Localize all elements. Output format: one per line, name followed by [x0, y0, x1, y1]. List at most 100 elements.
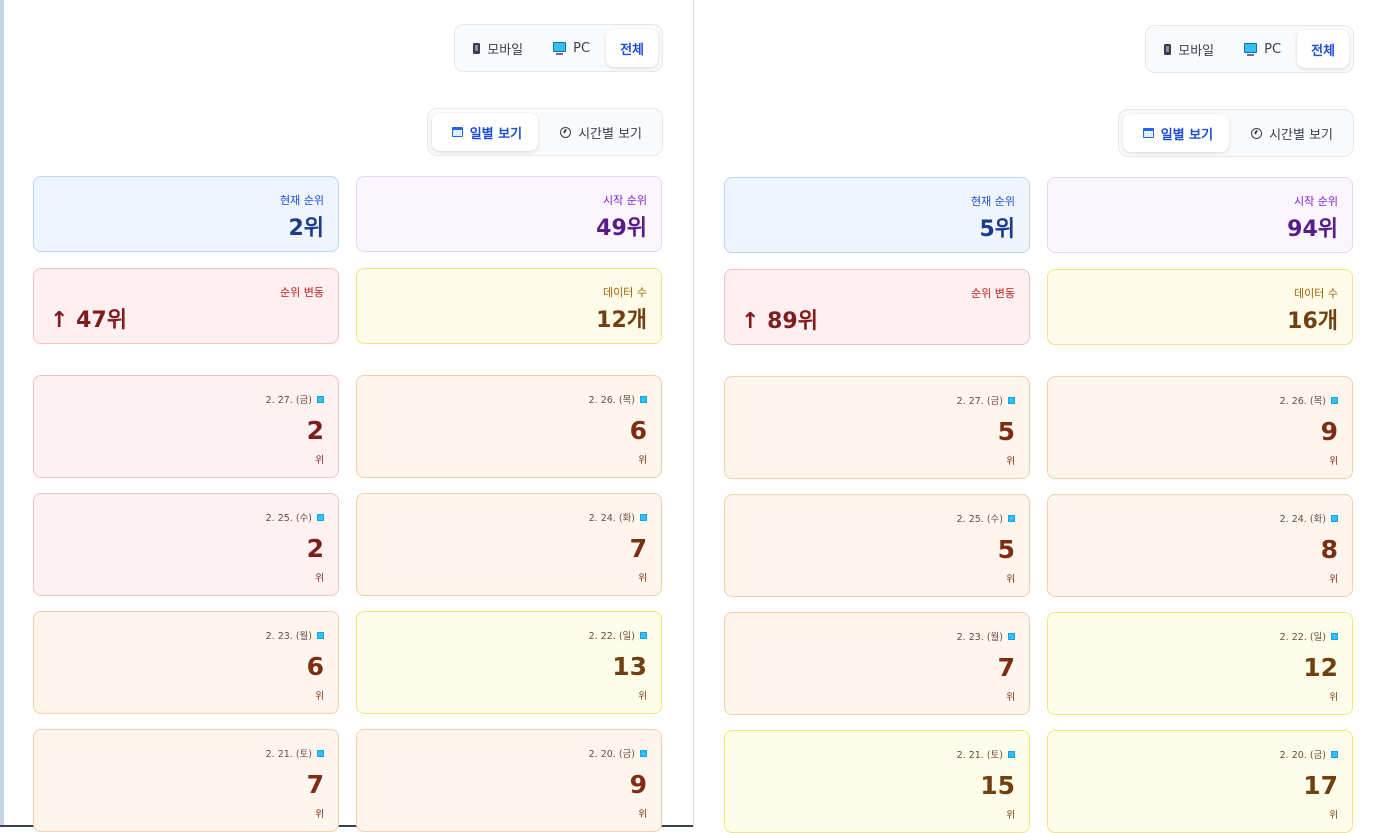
day-rank-unit: 위: [1006, 810, 1015, 821]
day-rank-unit: 위: [315, 573, 324, 584]
rank-change-value: ↑ 47위: [50, 308, 127, 333]
day-date: 2. 20. (금): [1280, 747, 1338, 761]
pc-icon: [1008, 750, 1015, 758]
day-rank-unit: 위: [1329, 574, 1338, 585]
day-rank-card: 2. 25. (수) 5 위: [724, 494, 1030, 597]
pc-icon: [317, 631, 324, 639]
day-rank-unit: 위: [638, 691, 647, 702]
rank-change-card: 순위 변동 ↑ 89위: [724, 269, 1030, 345]
start-rank-value: 94위: [1287, 217, 1338, 242]
day-rank-card: 2. 25. (수) 2 위: [33, 493, 339, 596]
day-date: 2. 24. (화): [589, 510, 647, 524]
start-rank-card: 시작 순위 49위: [356, 176, 662, 252]
tab-mobile[interactable]: 모바일: [459, 29, 537, 67]
day-rank-card: 2. 24. (화) 7 위: [356, 493, 662, 596]
day-rank-unit: 위: [1329, 692, 1338, 703]
current-rank-label: 현재 순위: [280, 194, 324, 207]
tab-hourly-view[interactable]: 시간별 보기: [1231, 114, 1349, 152]
day-rank-card: 2. 26. (목) 6 위: [356, 375, 662, 478]
day-rank-card: 2. 27. (금) 5 위: [724, 376, 1030, 479]
view-toggle: 일별 보기 시간별 보기: [1117, 109, 1354, 157]
day-rank-card: 2. 20. (금) 9 위: [356, 729, 662, 832]
tab-all-label: 전체: [1311, 43, 1335, 59]
day-rank-unit: 위: [1006, 456, 1015, 467]
day-rank-card: 2. 20. (금) 17 위: [1047, 730, 1353, 833]
pc-icon: [640, 395, 647, 403]
calendar-icon: [451, 127, 463, 137]
day-date: 2. 20. (금): [589, 746, 647, 760]
day-date: 2. 22. (일): [1280, 629, 1338, 643]
rank-change-label: 순위 변동: [280, 286, 324, 299]
device-toggle: 모바일 PC 전체: [1145, 25, 1354, 73]
pc-icon: [1331, 632, 1338, 640]
day-rank-card: 2. 21. (토) 15 위: [724, 730, 1030, 833]
pc-icon: [640, 631, 647, 639]
day-date: 2. 24. (화): [1280, 511, 1338, 525]
pc-icon: [640, 749, 647, 757]
day-rank-value: 6: [306, 652, 324, 681]
pc-icon: [553, 42, 567, 55]
day-date: 2. 25. (수): [957, 511, 1015, 525]
day-rank-value: 7: [306, 770, 324, 799]
tab-daily-label: 일별 보기: [1160, 127, 1214, 143]
tab-pc[interactable]: PC: [1230, 30, 1295, 68]
tab-pc-label: PC: [1264, 41, 1282, 57]
tab-all-label: 전체: [620, 42, 644, 58]
start-rank-label: 시작 순위: [1294, 195, 1338, 208]
day-rank-value: 6: [629, 416, 647, 445]
current-rank-value: 5위: [979, 217, 1015, 242]
day-date: 2. 21. (토): [957, 747, 1015, 761]
data-count-label: 데이터 수: [1294, 287, 1338, 300]
mobile-icon: [473, 42, 481, 54]
day-rank-value: 8: [1320, 535, 1338, 564]
current-rank-card: 현재 순위 5위: [724, 177, 1030, 253]
device-toggle: 모바일 PC 전체: [454, 24, 663, 72]
day-rank-value: 7: [629, 534, 647, 563]
day-rank-unit: 위: [315, 455, 324, 466]
day-rank-unit: 위: [315, 809, 324, 820]
pc-icon: [1008, 396, 1015, 404]
rank-panel-left: 모바일 PC 전체 일별 보기 시간별 보기 현재 순위 2위 시작 순위 49…: [0, 0, 693, 832]
tab-daily-label: 일별 보기: [469, 126, 523, 142]
day-rank-card: 2. 24. (화) 8 위: [1047, 494, 1353, 597]
data-count-label: 데이터 수: [603, 286, 647, 299]
day-rank-value: 5: [997, 535, 1015, 564]
day-rank-unit: 위: [638, 809, 647, 820]
current-rank-card: 현재 순위 2위: [33, 176, 339, 252]
current-rank-value: 2위: [288, 216, 324, 241]
day-date: 2. 26. (목): [589, 392, 647, 406]
start-rank-value: 49위: [596, 216, 647, 241]
day-rank-value: 15: [980, 771, 1015, 800]
day-rank-value: 12: [1303, 653, 1338, 682]
tab-mobile-label: 모바일: [1178, 43, 1215, 59]
tab-daily-view[interactable]: 일별 보기: [1122, 114, 1230, 152]
pc-icon: [1331, 514, 1338, 522]
day-rank-card: 2. 23. (월) 7 위: [724, 612, 1030, 715]
day-rank-unit: 위: [638, 455, 647, 466]
day-rank-unit: 위: [1006, 692, 1015, 703]
day-rank-value: 2: [306, 416, 324, 445]
start-rank-label: 시작 순위: [603, 194, 647, 207]
view-toggle: 일별 보기 시간별 보기: [426, 108, 663, 156]
rank-panel-right: 모바일 PC 전체 일별 보기 시간별 보기 현재 순위 5위 시작 순위 94…: [694, 0, 1382, 833]
tab-hourly-label: 시간별 보기: [578, 126, 642, 142]
day-date: 2. 23. (월): [266, 628, 324, 642]
day-rank-value: 7: [997, 653, 1015, 682]
tab-hourly-view[interactable]: 시간별 보기: [540, 113, 658, 151]
tab-all[interactable]: 전체: [606, 29, 658, 67]
day-rank-value: 2: [306, 534, 324, 563]
tab-all[interactable]: 전체: [1297, 30, 1349, 68]
pc-icon: [317, 513, 324, 521]
tab-pc[interactable]: PC: [539, 29, 604, 67]
clock-icon: [560, 126, 572, 138]
data-count-card: 데이터 수 12개: [356, 268, 662, 344]
calendar-icon: [1142, 128, 1154, 138]
day-rank-value: 17: [1303, 771, 1338, 800]
pc-icon: [1008, 514, 1015, 522]
pc-icon: [640, 513, 647, 521]
day-rank-unit: 위: [1329, 456, 1338, 467]
clock-icon: [1251, 127, 1263, 139]
tab-mobile[interactable]: 모바일: [1150, 30, 1228, 68]
tab-daily-view[interactable]: 일별 보기: [431, 113, 539, 151]
mobile-icon: [1164, 43, 1172, 55]
